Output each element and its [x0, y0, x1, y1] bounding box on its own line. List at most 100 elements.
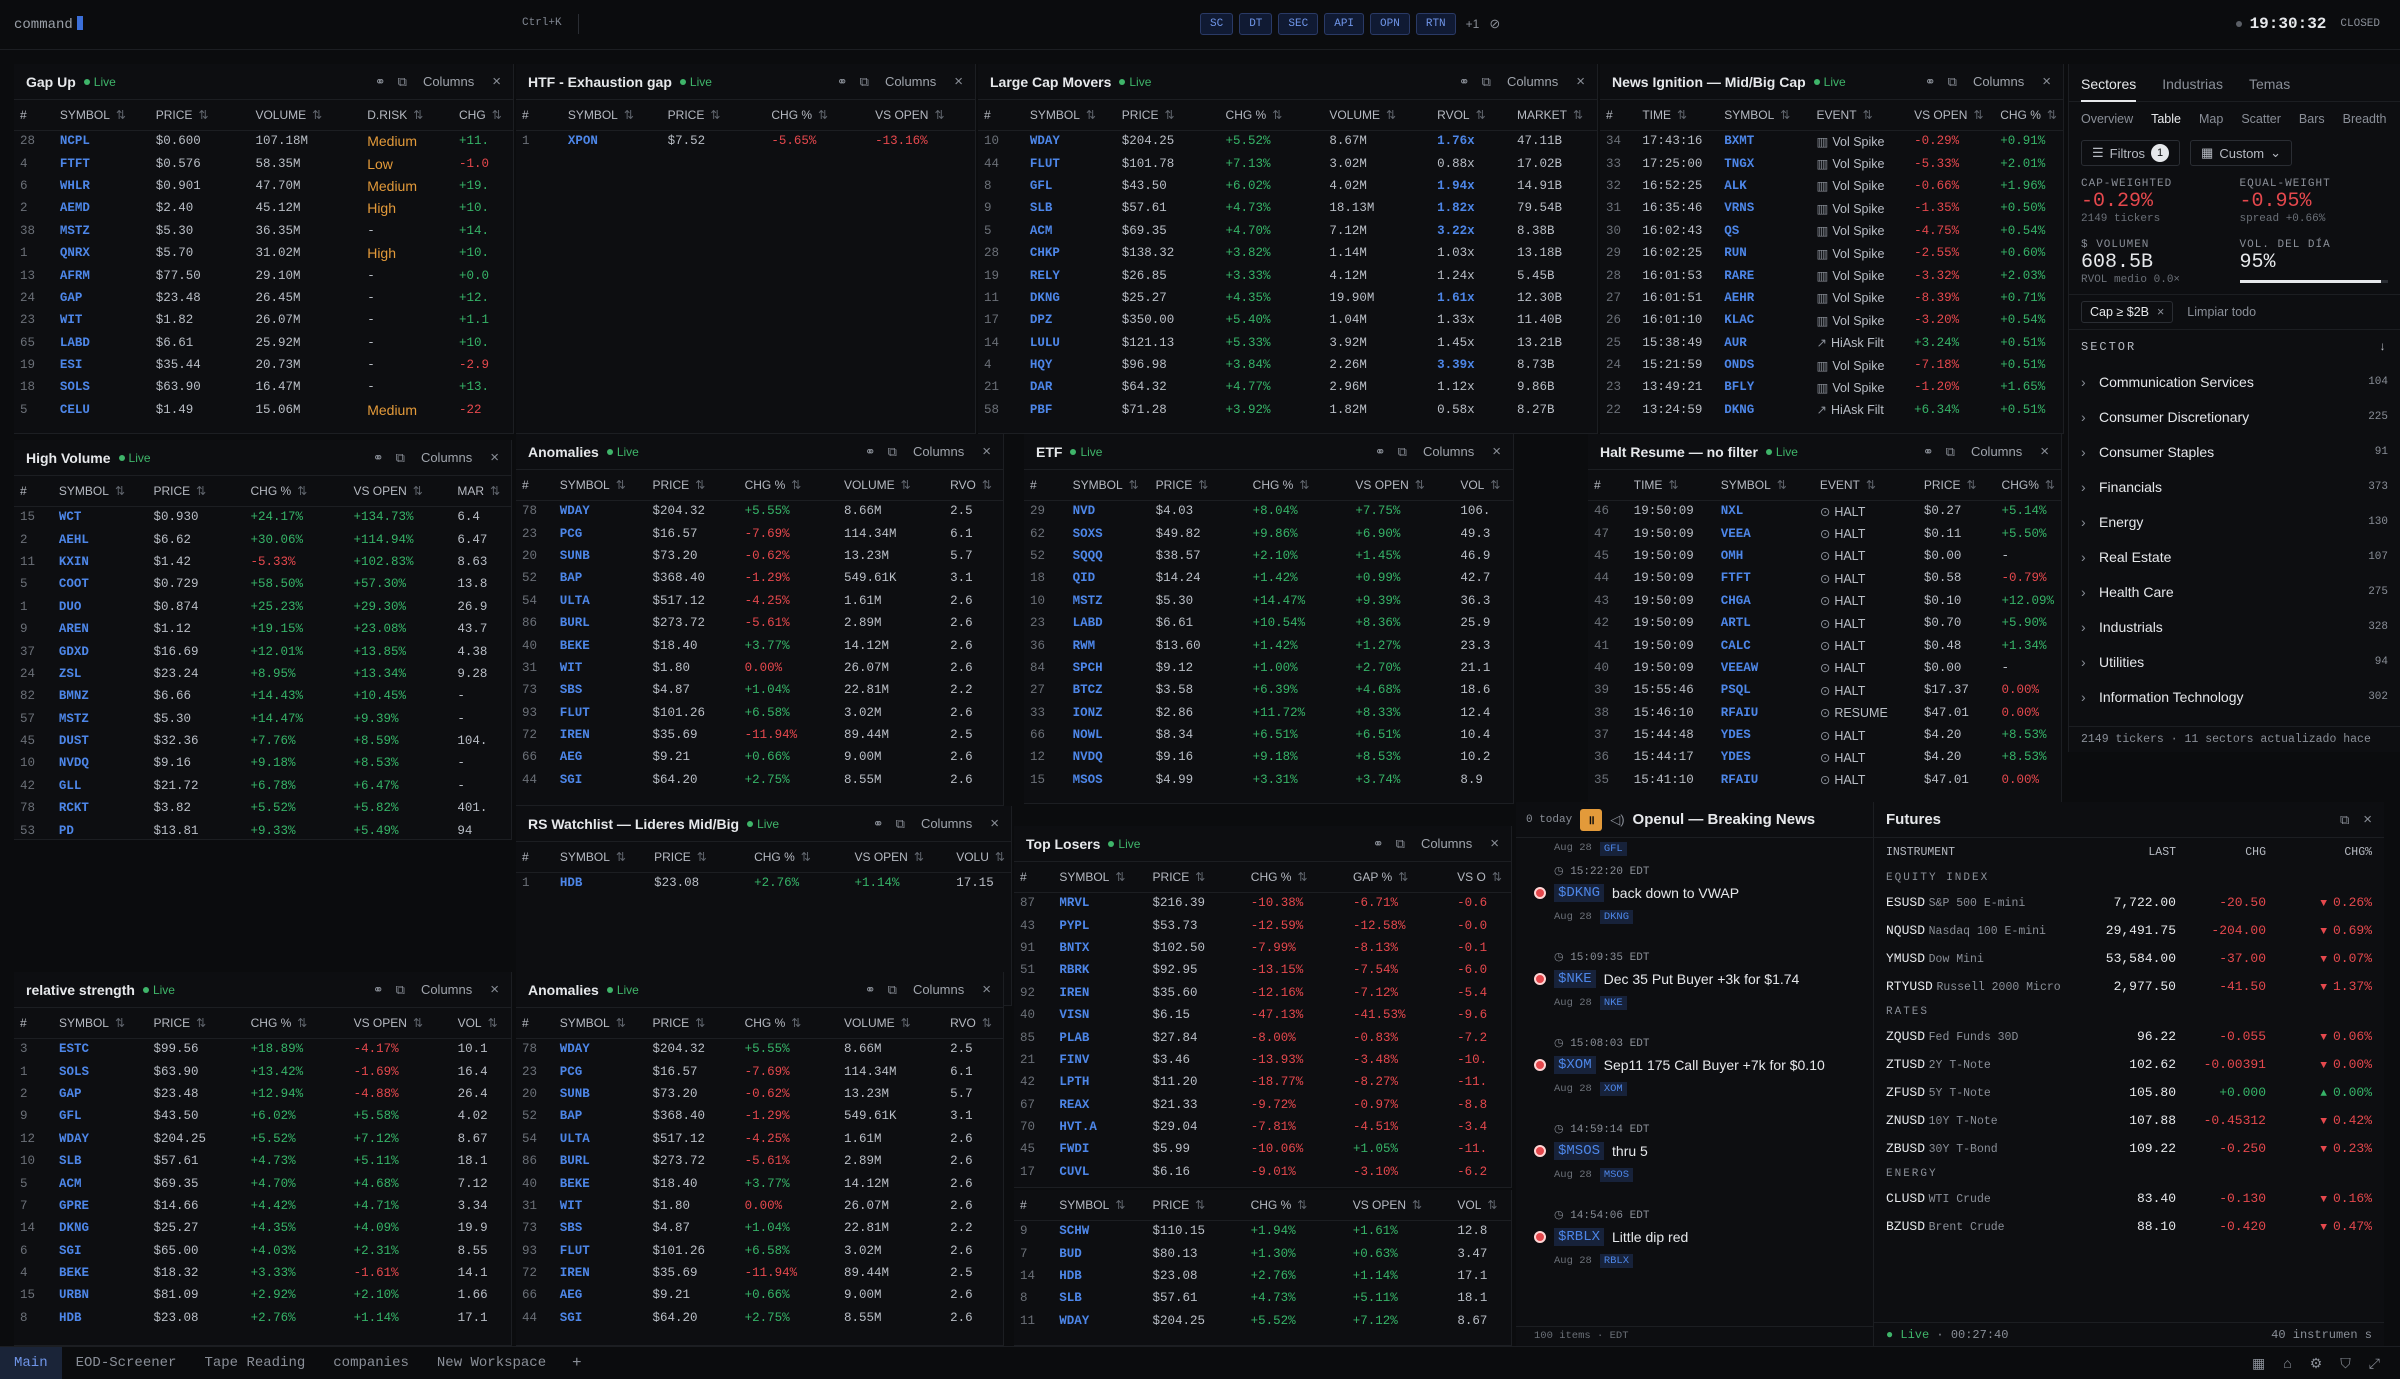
- table-row[interactable]: 36 RWM $13.60 +1.42% +1.27% 23.3: [1024, 634, 1513, 656]
- shield-icon[interactable]: ⛉: [2340, 1355, 2351, 1372]
- sort-icon[interactable]: ⇅: [115, 1016, 125, 1030]
- cell[interactable]: RFAIU: [1715, 769, 1814, 791]
- column-header[interactable]: SYMBOL ⇅: [1066, 470, 1150, 501]
- cell[interactable]: BEKE: [554, 1172, 647, 1194]
- sort-icon[interactable]: ⇅: [312, 108, 322, 122]
- cell[interactable]: KXIN: [53, 551, 148, 573]
- table-row[interactable]: 8 GFL $43.50 +6.02% 4.02M 1.94x 14.91B: [978, 175, 1597, 197]
- cell[interactable]: DKNG: [1024, 287, 1116, 309]
- sort-icon[interactable]: ⇅: [492, 108, 502, 122]
- command-input[interactable]: command: [14, 16, 83, 33]
- column-header[interactable]: CHG % ⇅: [765, 100, 870, 131]
- sort-icon[interactable]: ⇅: [1198, 478, 1208, 492]
- sort-icon[interactable]: ⇅: [1115, 1198, 1125, 1212]
- popout-icon[interactable]: ⧉: [396, 450, 405, 466]
- view-bars[interactable]: Bars: [2299, 112, 2325, 126]
- cell[interactable]: NXL: [1715, 500, 1814, 522]
- link-icon[interactable]: ⚭: [373, 450, 384, 466]
- table-row[interactable]: 57 MSTZ $5.30 +14.47% +9.39% -: [14, 708, 511, 730]
- cell[interactable]: NCPL: [54, 130, 150, 152]
- sort-icon[interactable]: ⇅: [695, 1016, 705, 1030]
- cell[interactable]: AEG: [554, 746, 647, 768]
- cell[interactable]: TNGX: [1718, 152, 1810, 174]
- table-row[interactable]: 38 MSTZ $5.30 36.35M - +14.: [14, 220, 513, 242]
- close-icon[interactable]: ×: [490, 449, 499, 466]
- table-row[interactable]: 44 FLUT $101.78 +7.13% 3.02M 0.88x 17.02B: [978, 152, 1597, 174]
- cell[interactable]: SLB: [53, 1150, 148, 1172]
- column-header[interactable]: SYMBOL ⇅: [1714, 470, 1814, 501]
- link-icon[interactable]: ⚭: [837, 74, 848, 90]
- column-header[interactable]: TIME ⇅: [1627, 470, 1715, 501]
- table-row[interactable]: 44 19:50:09 FTFT ⊙ HALT $0.58 -0.79%: [1588, 567, 2061, 589]
- table-row[interactable]: 24 ZSL $23.24 +8.95% +13.34% 9.28: [14, 663, 511, 685]
- table-row[interactable]: 20 SUNB $73.20 -0.62% 13.23M 5.7: [516, 545, 1003, 567]
- cell[interactable]: CHKP: [1024, 242, 1116, 264]
- cell[interactable]: NOWL: [1067, 724, 1150, 746]
- table-row[interactable]: 73 SBS $4.87 +1.04% 22.81M 2.2: [516, 1217, 1003, 1239]
- cell[interactable]: VEEA: [1715, 522, 1814, 544]
- popout-icon[interactable]: ⧉: [1948, 74, 1957, 90]
- news-tag[interactable]: DKNG: [1599, 910, 1634, 924]
- cell[interactable]: ZSL: [53, 663, 148, 685]
- sort-icon[interactable]: ⇅: [1973, 108, 1983, 122]
- column-header[interactable]: #: [978, 100, 1024, 131]
- sort-icon[interactable]: ⇅: [982, 478, 992, 492]
- cell[interactable]: BURL: [554, 612, 647, 634]
- cell[interactable]: REAX: [1053, 1094, 1146, 1116]
- cell[interactable]: SUNB: [554, 1083, 647, 1105]
- column-header[interactable]: VOLUME ⇅: [837, 470, 945, 501]
- table-row[interactable]: 7 BUD $80.13 +1.30% +0.63% 3.47: [1014, 1242, 1511, 1264]
- table-row[interactable]: 54 ULTA $517.12 -4.25% 1.61M 2.6: [516, 590, 1003, 612]
- table-row[interactable]: 27 16:01:51 AEHR ▥ Vol Spike -8.39% +0.71%: [1600, 287, 2063, 309]
- close-icon[interactable]: ×: [990, 815, 999, 832]
- table-row[interactable]: 11 WDAY $204.25 +5.52% +7.12% 8.67: [1014, 1310, 1511, 1332]
- column-header[interactable]: CHG % ⇅: [1246, 470, 1350, 501]
- table-row[interactable]: 21 FINV $3.46 -13.93% -3.48% -10.: [1014, 1049, 1511, 1071]
- column-header[interactable]: PRICE ⇅: [147, 1008, 245, 1039]
- table-row[interactable]: 37 GDXD $16.69 +12.01% +13.85% 4.38: [14, 640, 511, 662]
- close-icon[interactable]: ×: [1490, 835, 1499, 852]
- table-row[interactable]: 19 RELY $26.85 +3.33% 4.12M 1.24x 5.45B: [978, 264, 1597, 286]
- column-header[interactable]: SYMBOL ⇅: [561, 100, 662, 131]
- news-tag[interactable]: XOM: [1599, 1082, 1627, 1096]
- table-row[interactable]: 2 GAP $23.48 +12.94% -4.88% 26.4: [14, 1083, 511, 1105]
- table-row[interactable]: 9 SLB $57.61 +4.73% 18.13M 1.82x 79.54B: [978, 197, 1597, 219]
- table-row[interactable]: 20 SUNB $73.20 -0.62% 13.23M 5.7: [516, 1083, 1003, 1105]
- table-row[interactable]: 58 PBF $71.28 +3.92% 1.82M 0.58x 8.27B: [978, 399, 1597, 421]
- column-header[interactable]: VS OPEN ⇅: [1346, 1190, 1452, 1221]
- column-header[interactable]: CHG % ⇅: [1219, 100, 1324, 131]
- news-tag[interactable]: NKE: [1599, 996, 1627, 1010]
- table-row[interactable]: 2 AEMD $2.40 45.12M High +10.: [14, 197, 513, 219]
- cell[interactable]: BAP: [554, 567, 647, 589]
- table-row[interactable]: 26 16:01:10 KLAC ▥ Vol Spike -3.20% +0.54%: [1600, 309, 2063, 331]
- sort-icon[interactable]: ⇅: [1412, 1198, 1422, 1212]
- cell[interactable]: MSTZ: [54, 220, 150, 242]
- futures-row[interactable]: ZQUSD Fed Funds 30D 96.22 -0.055 ▼ 0.06%: [1874, 1022, 2384, 1050]
- table-row[interactable]: 14 LULU $121.13 +5.33% 3.92M 1.45x 13.21B: [978, 332, 1597, 354]
- column-header[interactable]: #: [1024, 470, 1067, 501]
- table-row[interactable]: 27 BTCZ $3.58 +6.39% +4.68% 18.6: [1024, 679, 1513, 701]
- cell[interactable]: MSOS: [1067, 769, 1150, 791]
- table-row[interactable]: 8 HDB $23.08 +2.76% +1.14% 17.1: [14, 1307, 511, 1329]
- table-row[interactable]: 43 19:50:09 CHGA ⊙ HALT $0.10 +12.09%: [1588, 590, 2061, 612]
- cell[interactable]: XPON: [562, 130, 662, 152]
- table-row[interactable]: 24 GAP $23.48 26.45M - +12.: [14, 287, 513, 309]
- cell[interactable]: FLUT: [1024, 152, 1116, 174]
- cell[interactable]: BUD: [1053, 1242, 1146, 1264]
- cell[interactable]: GAP: [54, 287, 150, 309]
- sort-icon[interactable]: ⇅: [1386, 108, 1396, 122]
- table-row[interactable]: 14 HDB $23.08 +2.76% +1.14% 17.1: [1014, 1265, 1511, 1287]
- table-row[interactable]: 10 MSTZ $5.30 +14.47% +9.39% 36.3: [1024, 590, 1513, 612]
- column-header[interactable]: RVO ⇅: [944, 470, 1003, 501]
- table-row[interactable]: 18 QID $14.24 +1.42% +0.99% 42.7: [1024, 567, 1513, 589]
- cell[interactable]: HDB: [554, 872, 648, 894]
- column-header[interactable]: MAR ⇅: [451, 476, 511, 507]
- sort-icon[interactable]: ⇅: [1677, 108, 1687, 122]
- sector-row[interactable]: › Consumer Staples 91: [2069, 434, 2400, 469]
- table-row[interactable]: 1 HDB $23.08 +2.76% +1.14% 17.15: [516, 872, 1011, 894]
- table-row[interactable]: 44 SGI $64.20 +2.75% 8.55M 2.6: [516, 1307, 1003, 1329]
- sort-icon[interactable]: ⇅: [901, 1016, 911, 1030]
- cell[interactable]: FTFT: [54, 152, 150, 174]
- table-row[interactable]: 53 PD $13.81 +9.33% +5.49% 94: [14, 819, 511, 839]
- news-item[interactable]: ◷ 14:59:14 EDT $MSOS thru 5 Aug 28 MSOS: [1516, 1114, 1873, 1200]
